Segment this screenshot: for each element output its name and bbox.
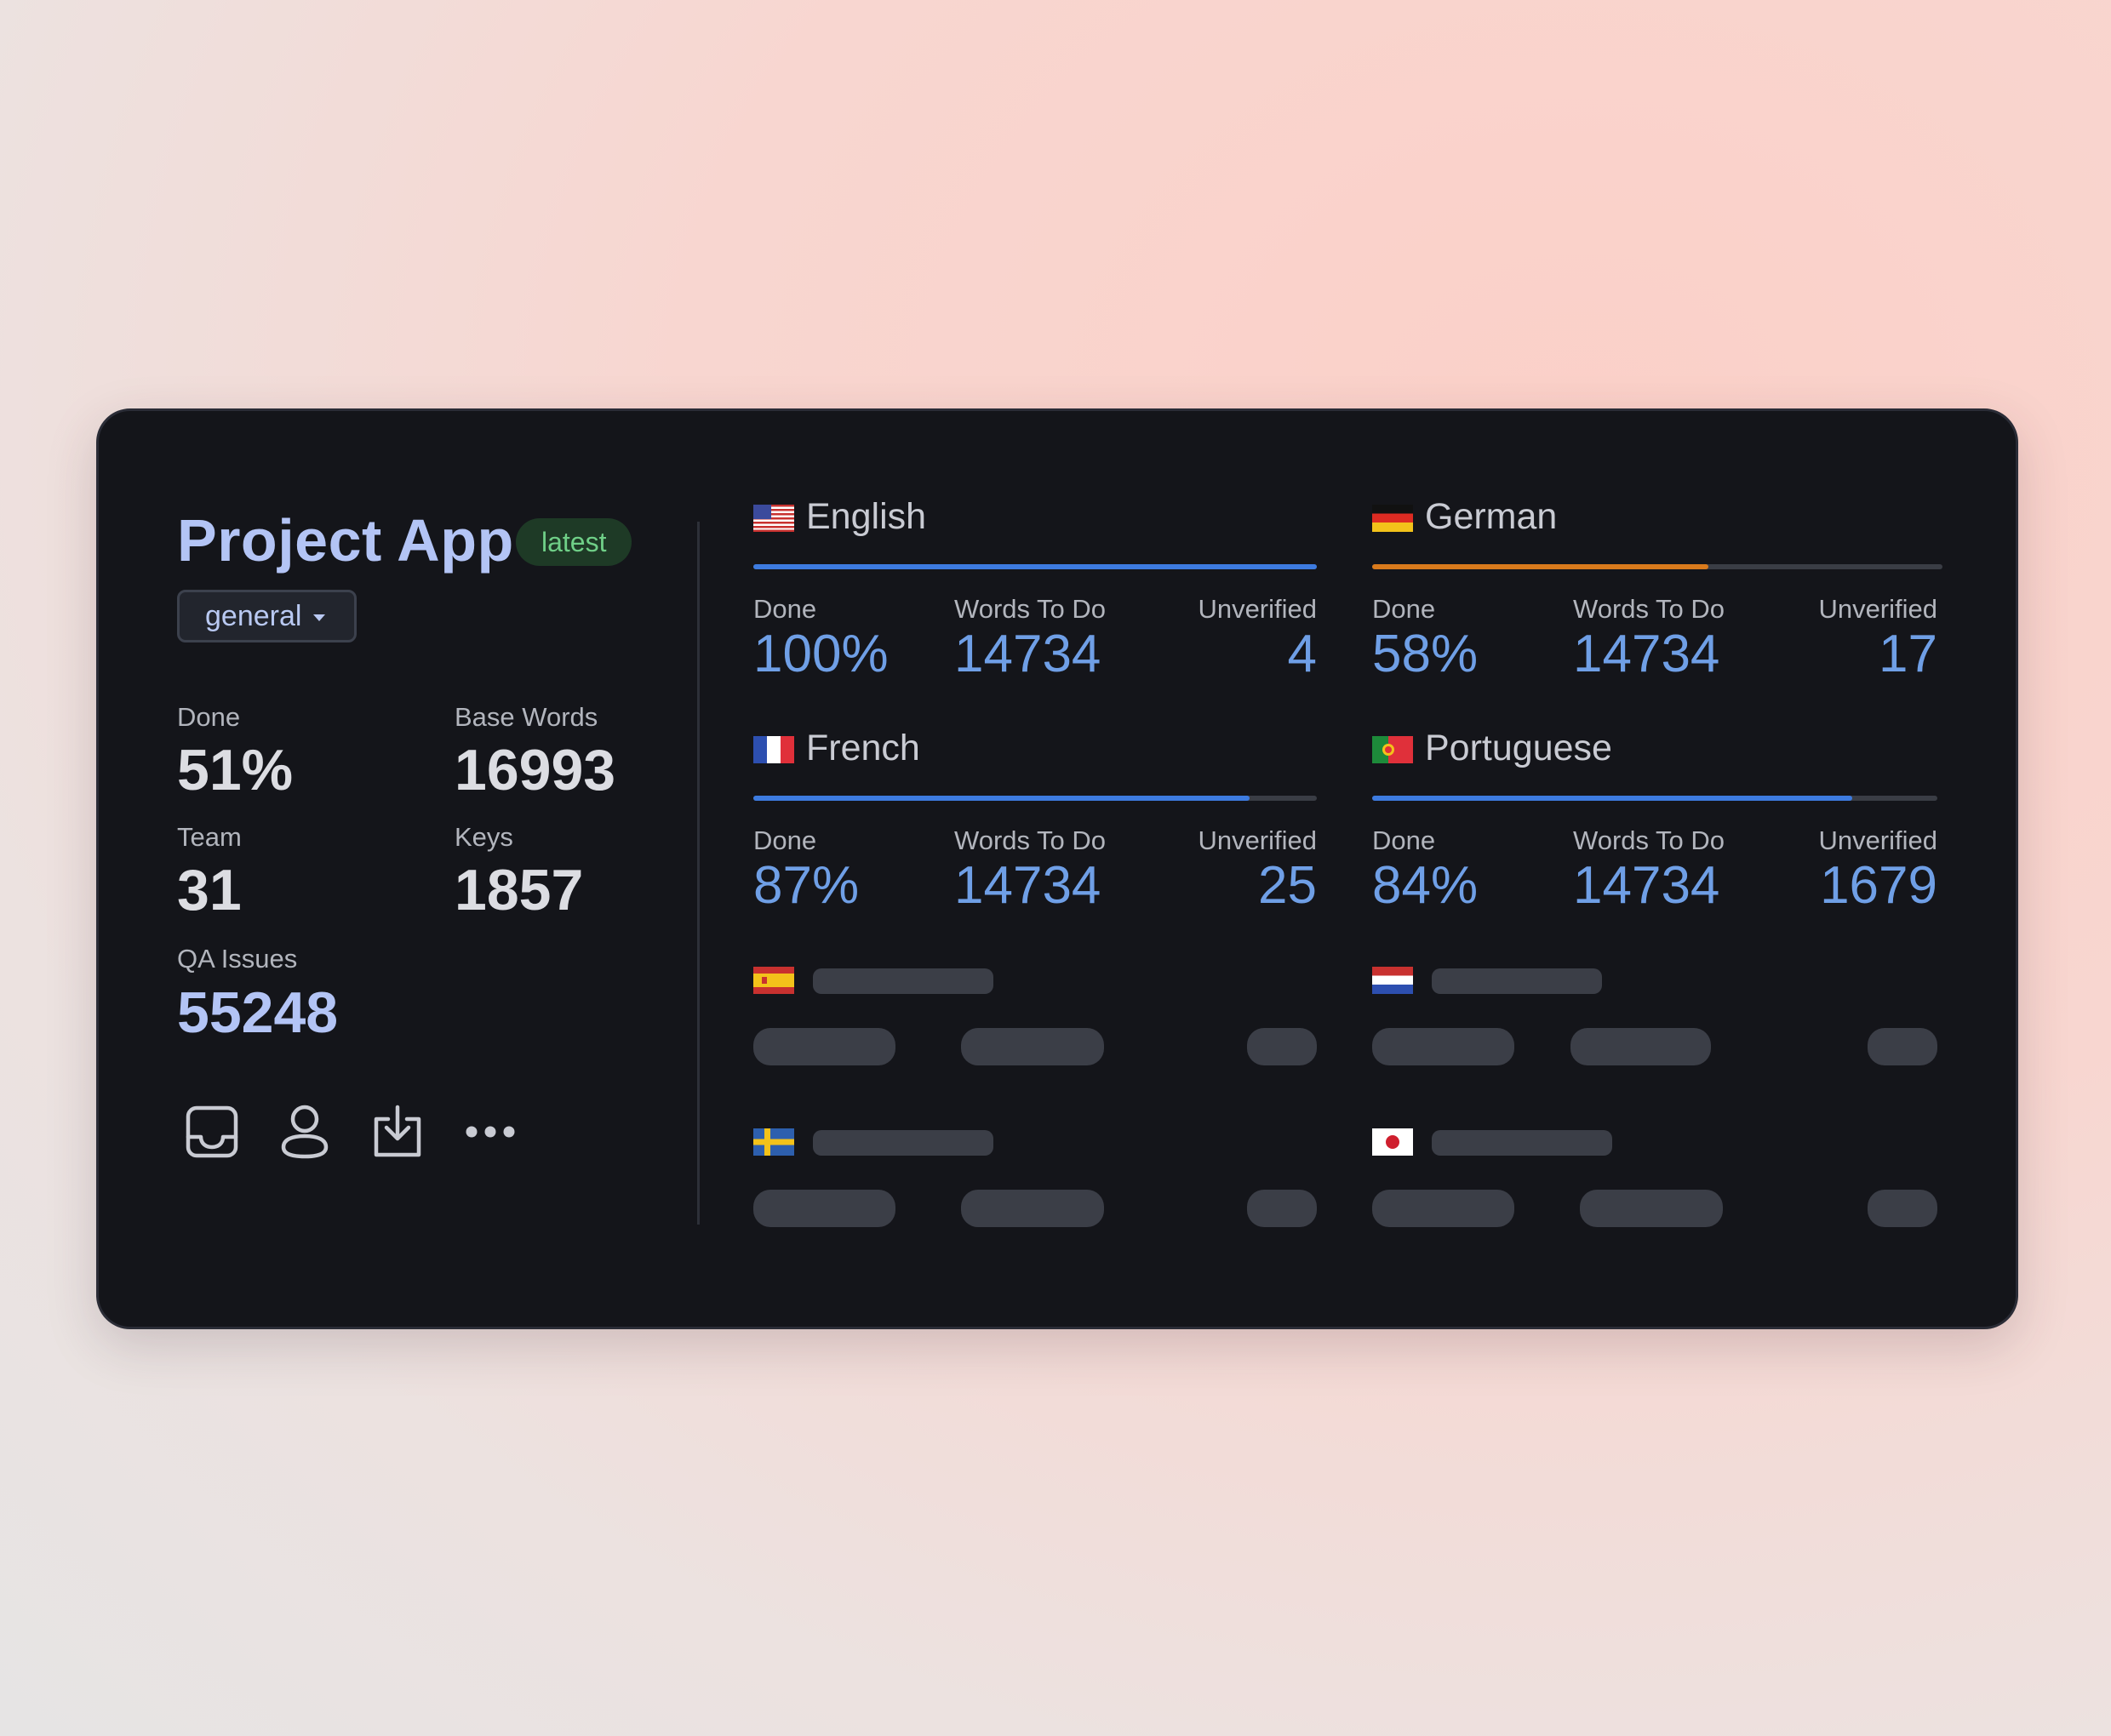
es-flag-icon: [753, 967, 794, 994]
project-card: Project App latest general Done 51% Base…: [96, 408, 2018, 1329]
done-label: Done: [1372, 594, 1436, 624]
pt-flag-icon: [1372, 736, 1413, 763]
skeleton-stat: [1570, 1028, 1711, 1065]
words-value: 14734: [1573, 856, 1720, 915]
language-name: English: [806, 496, 927, 537]
more-icon[interactable]: [461, 1102, 520, 1162]
words-value: 14734: [1573, 625, 1720, 683]
language-block-loading: [753, 1128, 1317, 1231]
unverified-label: Unverified: [1198, 825, 1317, 855]
language-block-french[interactable]: French Done 87% Words To Do 14734 Unveri…: [753, 728, 1317, 915]
progress-track: [753, 796, 1317, 801]
words-label: Words To Do: [954, 594, 1107, 624]
words-value: 14734: [954, 856, 1101, 915]
skeleton-stat: [1247, 1190, 1317, 1227]
skeleton-stat: [1372, 1190, 1514, 1227]
download-icon[interactable]: [368, 1102, 427, 1162]
done-value: 58%: [1372, 625, 1479, 683]
panel-divider: [697, 522, 700, 1225]
progress-fill: [753, 564, 1317, 569]
progress-fill: [1372, 564, 1709, 569]
skeleton-stat: [753, 1028, 895, 1065]
skeleton-name: [813, 1130, 993, 1156]
skeleton-stat: [961, 1190, 1104, 1227]
language-block-english[interactable]: English Done 100% Words To Do 14734 Unve…: [753, 496, 1317, 683]
keys-label: Keys: [455, 822, 513, 852]
jp-flag-icon: [1372, 1128, 1413, 1156]
progress-fill: [753, 796, 1250, 801]
inbox-icon[interactable]: [182, 1102, 242, 1162]
unverified-value: 17: [1879, 625, 1937, 683]
team-label: Team: [177, 822, 242, 852]
unverified-value: 25: [1258, 856, 1317, 915]
skeleton-stat: [1868, 1028, 1937, 1065]
progress-track: [1372, 564, 1942, 569]
language-block-loading: [1372, 967, 1942, 1069]
done-value: 87%: [753, 856, 860, 915]
user-icon[interactable]: [275, 1102, 335, 1162]
branch-label: general: [205, 600, 302, 632]
progress-track: [753, 564, 1317, 569]
language-name: French: [806, 728, 920, 768]
language-block-loading: [1372, 1128, 1942, 1231]
language-name: Portuguese: [1425, 728, 1612, 768]
done-label: Done: [753, 594, 817, 624]
version-badge: latest: [516, 518, 632, 566]
skeleton-name: [1432, 1130, 1612, 1156]
words-value: 14734: [954, 625, 1101, 683]
us-flag-icon: [753, 505, 794, 532]
fr-flag-icon: [753, 736, 794, 763]
words-label: Words To Do: [1573, 594, 1725, 624]
branch-dropdown[interactable]: general: [177, 590, 358, 642]
skeleton-stat: [1247, 1028, 1317, 1065]
done-value: 100%: [753, 625, 889, 683]
skeleton-stat: [1372, 1028, 1514, 1065]
language-name: German: [1425, 496, 1558, 537]
base-words-label: Base Words: [455, 702, 598, 732]
chevron-down-icon: [313, 614, 326, 622]
unverified-value: 1679: [1820, 856, 1937, 915]
done-label: Done: [753, 825, 817, 855]
unverified-label: Unverified: [1818, 594, 1937, 624]
skeleton-name: [813, 968, 993, 994]
done-label: Done: [1372, 825, 1436, 855]
done-label: Done: [177, 702, 241, 732]
team-value: 31: [177, 858, 242, 922]
se-flag-icon: [753, 1128, 794, 1156]
skeleton-stat: [753, 1190, 895, 1227]
progress-track: [1372, 796, 1937, 801]
skeleton-stat: [1868, 1190, 1937, 1227]
qa-issues-value[interactable]: 55248: [177, 979, 338, 1046]
project-title: Project App: [177, 507, 514, 574]
keys-value: 1857: [455, 858, 584, 922]
language-block-portuguese[interactable]: Portuguese Done 84% Words To Do 14734 Un…: [1372, 728, 1942, 915]
progress-fill: [1372, 796, 1853, 801]
unverified-label: Unverified: [1818, 825, 1937, 855]
qa-issues-label: QA Issues: [177, 944, 298, 974]
base-words-value: 16993: [455, 738, 616, 802]
de-flag-icon: [1372, 505, 1413, 532]
language-block-german[interactable]: German Done 58% Words To Do 14734 Unveri…: [1372, 496, 1942, 683]
unverified-label: Unverified: [1198, 594, 1317, 624]
words-label: Words To Do: [1573, 825, 1725, 855]
skeleton-stat: [961, 1028, 1104, 1065]
unverified-value: 4: [1287, 625, 1317, 683]
language-block-loading: [753, 967, 1317, 1069]
skeleton-name: [1432, 968, 1602, 994]
nl-flag-icon: [1372, 967, 1413, 994]
done-value: 84%: [1372, 856, 1479, 915]
skeleton-stat: [1580, 1190, 1723, 1227]
done-value: 51%: [177, 738, 294, 802]
words-label: Words To Do: [954, 825, 1107, 855]
